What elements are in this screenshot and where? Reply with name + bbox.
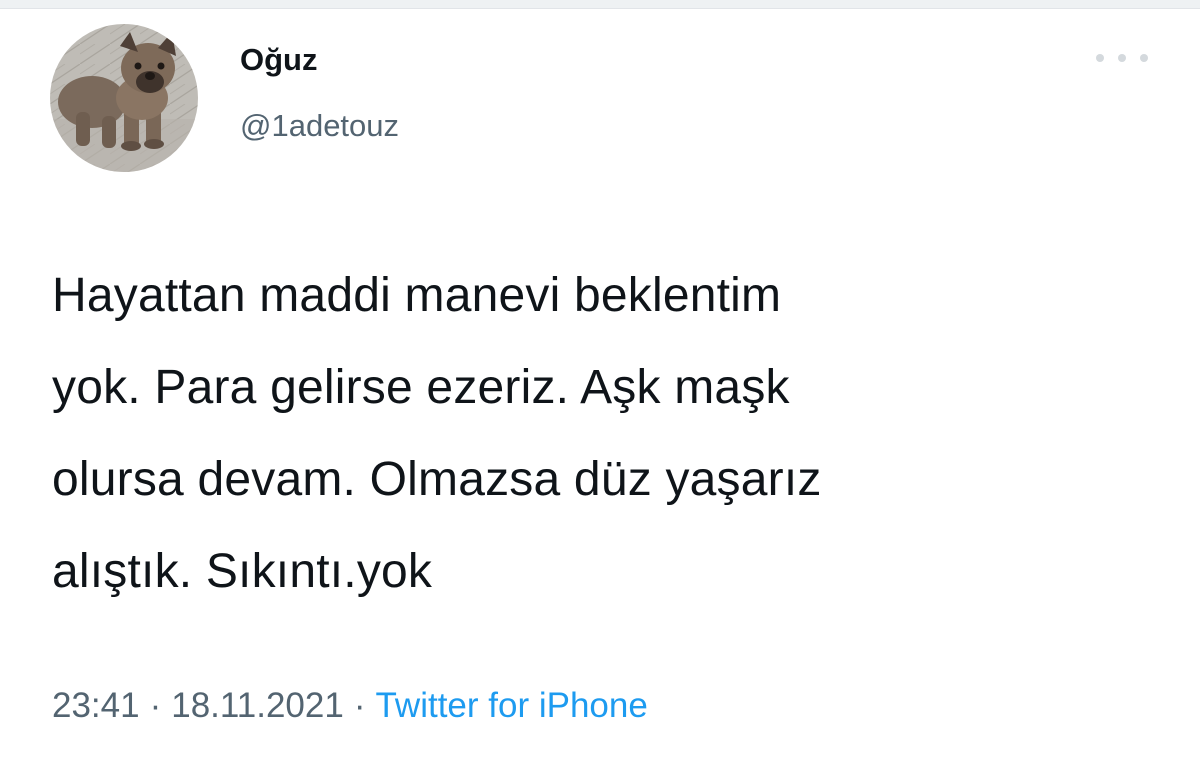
tweet-card: Oğuz @1adetouz Hayattan maddi manevi bek… [0, 0, 1200, 760]
more-options-button[interactable] [1096, 46, 1148, 70]
more-dot-icon [1096, 54, 1104, 62]
author-handle[interactable]: @1adetouz [240, 106, 399, 146]
tweet-source-link[interactable]: Twitter for iPhone [375, 686, 647, 725]
puppy-avatar-icon [50, 24, 198, 172]
user-avatar[interactable] [50, 24, 198, 172]
more-dot-icon [1140, 54, 1148, 62]
tweet-body-text: Hayattan maddi manevi beklentim yok. Par… [52, 269, 822, 598]
tweet-time[interactable]: 23:41 [52, 686, 140, 725]
author-display-name[interactable]: Oğuz [240, 40, 399, 80]
tweet-date[interactable]: 18.11.2021 [171, 686, 344, 725]
tweet-metadata: 23:41 · 18.11.2021 · Twitter for iPhone [52, 683, 648, 729]
tweet-author: Oğuz @1adetouz [240, 40, 399, 146]
meta-separator: · [149, 686, 162, 725]
meta-separator: · [353, 686, 366, 725]
more-dot-icon [1118, 54, 1126, 62]
